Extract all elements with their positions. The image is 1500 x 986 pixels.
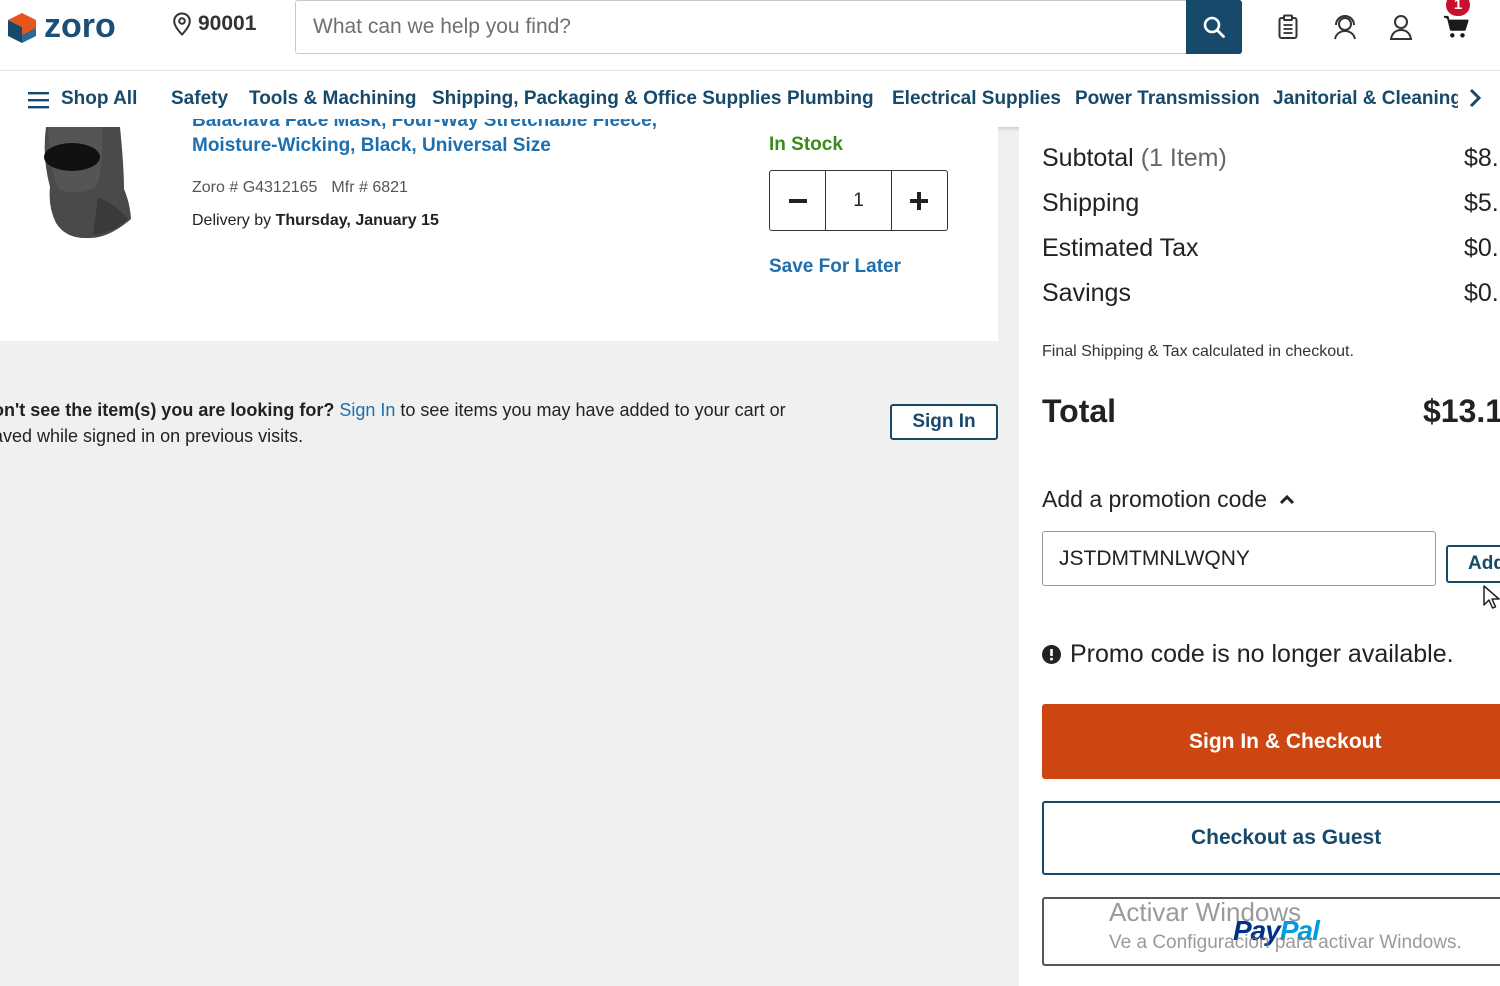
product-title-line1: Balaclava Face Mask, Four-Way Stretchabl… <box>192 119 657 131</box>
quantity-stepper: 1 <box>769 170 948 231</box>
chevron-up-icon <box>1279 494 1295 504</box>
search-input[interactable] <box>296 1 1186 53</box>
promo-code-toggle[interactable]: Add a promotion code <box>1042 486 1295 513</box>
savings-label: Savings <box>1042 279 1131 307</box>
tax-row: Estimated Tax $0. <box>1042 234 1500 263</box>
location-selector[interactable]: 90001 <box>172 12 256 36</box>
mfr-number: Mfr # 6821 <box>331 179 408 196</box>
support-agent-icon <box>1334 15 1356 40</box>
minus-icon <box>788 198 807 203</box>
chevron-right-icon <box>1469 88 1482 108</box>
location-pin-icon <box>173 12 191 36</box>
guest-checkout-button[interactable]: Checkout as Guest <box>1042 801 1500 875</box>
logo-text: zoro <box>44 6 116 45</box>
product-title-line2: Moisture-Wicking, Black, Universal Size <box>192 135 551 156</box>
hamburger-menu-icon[interactable] <box>28 91 50 109</box>
subtotal-item-count: (1 Item) <box>1140 144 1227 172</box>
nav-power-transmission[interactable]: Power Transmission <box>1075 88 1260 110</box>
signin-button[interactable]: Sign In <box>890 404 998 440</box>
support-button[interactable] <box>1332 14 1358 40</box>
nav-shop-all[interactable]: Shop All <box>61 88 137 110</box>
plus-icon <box>910 191 929 210</box>
search-icon <box>1203 16 1225 38</box>
windows-watermark-title: Activar Windows <box>1109 897 1302 927</box>
search-bar <box>295 0 1242 54</box>
zip-code: 90001 <box>198 12 257 35</box>
account-button[interactable] <box>1388 14 1414 40</box>
shipping-value: $5. <box>1464 189 1499 217</box>
alert-circle-icon <box>1042 645 1061 664</box>
savings-row: Savings $0. <box>1042 279 1500 308</box>
nav-janitorial-cleaning[interactable]: Janitorial & Cleaning <box>1273 88 1462 110</box>
nav-safety[interactable]: Safety <box>171 88 228 110</box>
mouse-cursor-icon <box>1483 585 1500 609</box>
decrease-quantity-button[interactable] <box>770 171 825 230</box>
nav-electrical-supplies[interactable]: Electrical Supplies <box>892 88 1061 110</box>
shipping-row: Shipping $5. <box>1042 189 1500 218</box>
subtotal-value: $8. <box>1464 144 1499 172</box>
windows-watermark-subtitle: Ve a Configuración para activar Windows. <box>1109 932 1462 953</box>
cart-button[interactable] <box>1443 14 1469 40</box>
delivery-date: Thursday, January 15 <box>275 212 439 229</box>
promo-code-input[interactable] <box>1042 531 1436 586</box>
delivery-estimate: Delivery by Thursday, January 15 <box>192 212 439 230</box>
signin-checkout-button[interactable]: Sign In & Checkout <box>1042 704 1500 779</box>
subtotal-label: Subtotal <box>1042 144 1134 172</box>
stock-status: In Stock <box>769 134 843 155</box>
clipboard-icon <box>1278 14 1298 39</box>
delivery-prefix: Delivery by <box>192 212 272 229</box>
prompt-question: on't see the item(s) you are looking for… <box>0 400 335 420</box>
total-value: $13.1 <box>1423 393 1500 429</box>
zoro-item-number: Zoro # G4312165 <box>192 179 318 196</box>
total-label: Total <box>1042 393 1117 429</box>
tax-label: Estimated Tax <box>1042 234 1199 262</box>
zoro-cube-icon <box>8 13 36 43</box>
shipping-label: Shipping <box>1042 189 1140 217</box>
signin-prompt-text: on't see the item(s) you are looking for… <box>0 397 843 449</box>
savings-value: $0. <box>1464 279 1499 307</box>
nav-tools-machining[interactable]: Tools & Machining <box>249 88 416 110</box>
increase-quantity-button[interactable] <box>892 171 947 230</box>
quick-order-button[interactable] <box>1275 14 1301 40</box>
quantity-value[interactable]: 1 <box>825 171 892 230</box>
promo-toggle-label: Add a promotion code <box>1042 486 1268 512</box>
add-promo-button[interactable]: Add <box>1446 545 1500 583</box>
tax-value: $0. <box>1464 234 1499 262</box>
prompt-signin-link[interactable]: Sign In <box>339 400 395 420</box>
product-title-link[interactable]: Balaclava Face Mask, Four-Way Stretchabl… <box>192 119 712 160</box>
cart-icon <box>1443 15 1469 38</box>
promo-error-message: Promo code is no longer available. <box>1042 640 1454 669</box>
promo-error-text: Promo code is no longer available. <box>1070 640 1454 668</box>
shipping-tax-note: Final Shipping & Tax calculated in check… <box>1042 343 1354 360</box>
nav-plumbing[interactable]: Plumbing <box>787 88 874 110</box>
nav-scroll-right-button[interactable] <box>1458 83 1492 113</box>
prompt-line2: aved while signed in on previous visits. <box>0 426 304 446</box>
subtotal-row: Subtotal (1 Item) $8. <box>1042 144 1500 173</box>
product-meta: Zoro # G4312165 Mfr # 6821 <box>192 179 408 197</box>
nav-shipping-packaging[interactable]: Shipping, Packaging & Office Supplies <box>432 88 781 110</box>
user-icon <box>1389 15 1413 40</box>
prompt-line1-rest: to see items you may have added to your … <box>400 400 786 420</box>
site-header: zoro 90001 What can we help you find? 1 <box>0 0 1500 70</box>
search-button[interactable] <box>1186 0 1242 54</box>
cart-item-card: Balaclava Face Mask, Four-Way Stretchabl… <box>0 119 998 341</box>
save-for-later-link[interactable]: Save For Later <box>769 256 901 278</box>
order-summary-panel: Subtotal (1 Item) $8. Shipping $5. Estim… <box>1019 127 1500 986</box>
zoro-logo[interactable]: zoro <box>6 6 116 46</box>
product-image[interactable] <box>38 127 134 239</box>
